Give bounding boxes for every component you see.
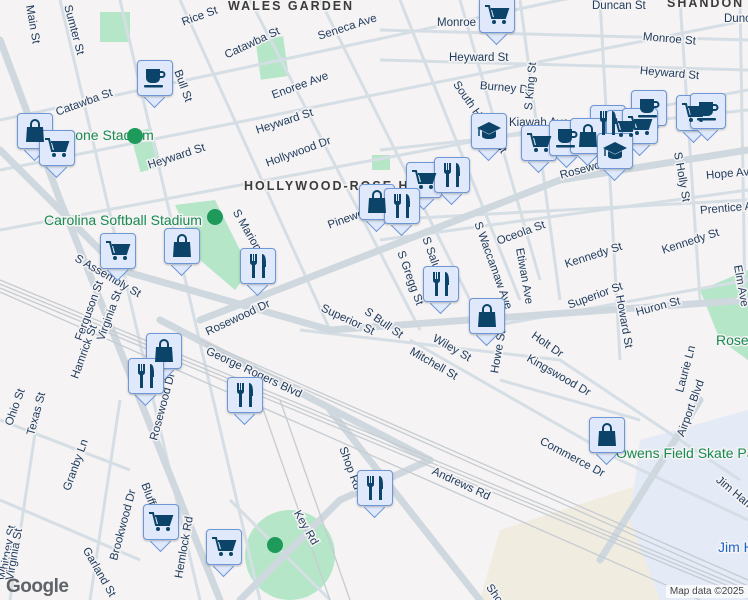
shopping-bag-icon bbox=[598, 423, 616, 446]
street-label: Rice St bbox=[180, 4, 220, 28]
marker-box bbox=[137, 60, 173, 96]
fork-knife-icon bbox=[236, 383, 253, 407]
shopping-marker[interactable] bbox=[589, 417, 627, 466]
fork-knife-icon bbox=[443, 163, 460, 187]
shopping-cart-icon bbox=[527, 133, 552, 152]
restaurant-marker[interactable] bbox=[384, 188, 422, 237]
street-label: S King St bbox=[523, 61, 539, 111]
shopping-bag-icon bbox=[26, 119, 44, 142]
map-data-attribution[interactable]: Map data ©2025 bbox=[665, 585, 748, 598]
stadium-icon[interactable] bbox=[127, 128, 143, 144]
marker-box bbox=[100, 233, 136, 269]
shopping-cart-icon bbox=[412, 170, 437, 189]
fork-knife-icon bbox=[393, 194, 410, 218]
grocery-marker[interactable] bbox=[100, 233, 138, 282]
shopping-cart-icon bbox=[106, 241, 131, 260]
street-label: Brookwood Dr bbox=[108, 488, 138, 562]
shopping-bag-icon bbox=[579, 124, 597, 147]
street-label: Main St bbox=[23, 4, 42, 45]
fork-knife-icon bbox=[432, 272, 449, 296]
coffee-cup-icon bbox=[556, 129, 578, 148]
stadium-icon[interactable] bbox=[207, 209, 223, 225]
grocery-marker[interactable] bbox=[39, 130, 77, 179]
coffee-marker[interactable] bbox=[137, 60, 175, 109]
restaurant-marker[interactable] bbox=[227, 377, 265, 426]
shopping-bag-icon bbox=[173, 234, 191, 257]
graduation-cap-icon bbox=[477, 122, 501, 139]
marker-box bbox=[434, 157, 470, 193]
marker-box bbox=[240, 248, 276, 284]
marker-box bbox=[206, 529, 242, 565]
street-label: Sumter St bbox=[61, 4, 86, 57]
place-label: Owens Field Skate Park bbox=[616, 445, 748, 461]
marker-box bbox=[164, 228, 200, 264]
coffee-marker[interactable] bbox=[690, 93, 728, 142]
google-logo: Google bbox=[6, 576, 69, 597]
street-label: Heyward St bbox=[449, 52, 509, 64]
marker-box bbox=[227, 377, 263, 413]
marker-box bbox=[384, 188, 420, 224]
street-label: Catawba St bbox=[54, 87, 115, 119]
marker-box bbox=[589, 417, 625, 453]
shopping-marker[interactable] bbox=[164, 228, 202, 277]
grocery-marker[interactable] bbox=[143, 504, 181, 553]
shopping-bag-icon bbox=[478, 304, 496, 327]
restaurant-marker[interactable] bbox=[357, 470, 395, 519]
shopping-cart-icon bbox=[149, 512, 174, 531]
street-label: Duncan St bbox=[724, 13, 748, 25]
street-label: Hollywood Dr bbox=[264, 135, 333, 170]
marker-box bbox=[479, 0, 515, 33]
marker-box bbox=[357, 470, 393, 506]
shopping-cart-icon bbox=[212, 537, 237, 556]
street-label: Texas St bbox=[25, 390, 48, 436]
restaurant-marker[interactable] bbox=[240, 248, 278, 297]
street-label: Heyward St bbox=[254, 107, 315, 137]
stadium-icon[interactable] bbox=[267, 537, 283, 553]
fork-knife-icon bbox=[137, 364, 154, 388]
marker-box bbox=[143, 504, 179, 540]
place-label: Rosewood Park bbox=[716, 332, 748, 348]
place-label: Jim Hamilton - L.B. Owens Airport bbox=[718, 539, 748, 555]
restaurant-marker[interactable] bbox=[423, 266, 461, 315]
school-marker[interactable] bbox=[597, 133, 635, 182]
shopping-bag-icon bbox=[368, 190, 386, 213]
shopping-marker[interactable] bbox=[469, 298, 507, 347]
fork-knife-icon bbox=[366, 476, 383, 500]
street-label: S Gregg St bbox=[394, 249, 425, 307]
street-label: Duncan St bbox=[592, 0, 647, 12]
grocery-marker[interactable] bbox=[206, 529, 244, 578]
shopping-cart-icon bbox=[45, 138, 70, 157]
street-label: Etiwan Ave bbox=[513, 247, 535, 305]
graduation-cap-icon bbox=[603, 142, 627, 159]
marker-box bbox=[423, 266, 459, 302]
coffee-cup-icon bbox=[144, 69, 166, 88]
marker-box bbox=[128, 358, 164, 394]
neighborhood-label: WALES GARDEN bbox=[228, 0, 354, 13]
street-label: Seneca Ave bbox=[316, 12, 378, 42]
street-label: Ohio St bbox=[3, 386, 28, 427]
neighborhood-label: SHANDON bbox=[667, 0, 744, 10]
coffee-cup-icon bbox=[697, 102, 719, 121]
restaurant-marker[interactable] bbox=[128, 358, 166, 407]
shopping-bag-icon bbox=[155, 339, 173, 362]
shopping-cart-icon bbox=[628, 116, 653, 135]
street-label: Kennedy St bbox=[660, 227, 721, 257]
marker-box bbox=[471, 113, 507, 149]
shopping-cart-icon bbox=[485, 5, 510, 24]
school-marker[interactable] bbox=[471, 113, 509, 162]
street-label: Hamrick St bbox=[69, 323, 100, 381]
fork-knife-icon bbox=[249, 254, 266, 278]
grocery-marker[interactable] bbox=[479, 0, 517, 46]
restaurant-marker[interactable] bbox=[434, 157, 472, 206]
street-label: Monroe St bbox=[642, 31, 697, 48]
place-label: Carolina Softball Stadium bbox=[44, 212, 202, 228]
marker-box bbox=[469, 298, 505, 334]
